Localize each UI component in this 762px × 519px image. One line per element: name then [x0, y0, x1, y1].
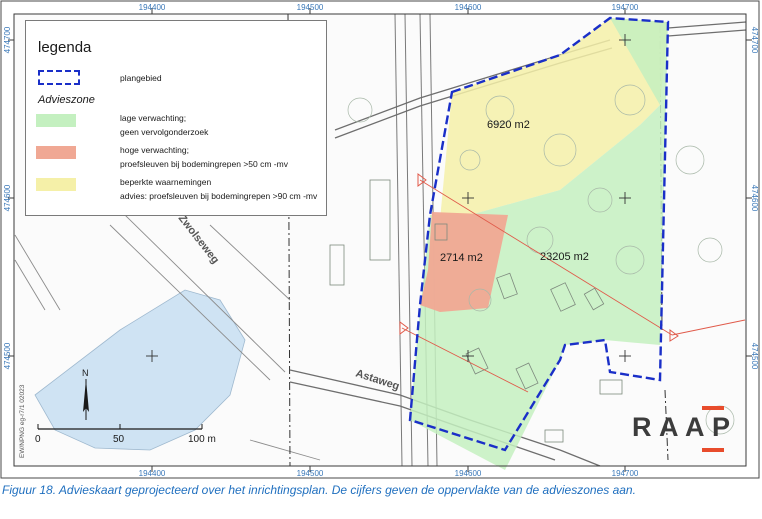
legend-swatch-yellow [36, 178, 76, 191]
scalebar-label-100: 100 m [188, 434, 216, 445]
legend-swatch-red [36, 146, 76, 159]
legend-item-green-line2: geen vervolgonderzoek [120, 127, 209, 137]
legend-planarea-label: plangebied [120, 73, 162, 83]
legend-title: legenda [38, 39, 92, 56]
area-label-red: 2714 m2 [440, 252, 483, 264]
legend-swatch-green [36, 114, 76, 127]
grid-label-bottom-4: 194700 [612, 469, 639, 478]
logo-letter-a2: A [685, 412, 705, 442]
grid-label-bottom-3: 194600 [455, 469, 482, 478]
logo-letter-p: P [712, 412, 731, 442]
legend-item-yellow-line2: advies: proefsleuven bij bodemingrepen >… [120, 191, 318, 201]
legend-panel: legenda plangebied Advieszone lage verwa… [25, 20, 327, 216]
grid-labels-top: 194400 194500 194600 194700 [139, 3, 639, 12]
grid-labels-bottom: 194400 194500 194600 194700 [139, 469, 639, 478]
grid-labels-left: 474700 474600 474500 [3, 26, 12, 369]
legend-item-red-line2: proefsleuven bij bodemingrepen >50 cm -m… [120, 159, 288, 169]
raap-logo: R A A P [632, 406, 744, 452]
legend-item-yellow-line1: beperkte waarnemingen [120, 177, 212, 187]
legend-subtitle: Advieszone [38, 94, 95, 106]
legend-planarea-swatch [38, 70, 80, 85]
legend-item-red-line1: hoge verwachting; [120, 145, 189, 155]
grid-label-right-3: 474500 [750, 343, 759, 370]
area-label-green: 23205 m2 [540, 251, 589, 263]
file-reference: EW/NPNG eg-r7/1 02023 [19, 384, 26, 458]
grid-label-right-2: 474600 [750, 185, 759, 212]
grid-label-top-1: 194400 [139, 3, 166, 12]
grid-label-left-3: 474500 [3, 342, 12, 369]
grid-label-left-1: 474700 [3, 26, 12, 53]
grid-label-top-4: 194700 [612, 3, 639, 12]
grid-label-top-2: 194500 [297, 3, 324, 12]
grid-label-top-3: 194600 [455, 3, 482, 12]
north-label: N [82, 368, 89, 378]
grid-label-bottom-1: 194400 [139, 469, 166, 478]
legend-item-green-line1: lage verwachting; [120, 113, 187, 123]
grid-label-left-2: 474600 [3, 184, 12, 211]
grid-label-right-1: 474700 [750, 27, 759, 54]
logo-letter-r: R [632, 412, 652, 442]
grid-labels-right: 474700 474600 474500 [750, 27, 759, 370]
figure-caption: Figuur 18. Advieskaart geprojecteerd ove… [2, 483, 636, 497]
logo-letter-a1: A [659, 412, 679, 442]
grid-label-bottom-2: 194500 [297, 469, 324, 478]
scalebar-label-0: 0 [35, 434, 41, 445]
area-label-yellow: 6920 m2 [487, 119, 530, 131]
scalebar-label-50: 50 [113, 434, 125, 445]
